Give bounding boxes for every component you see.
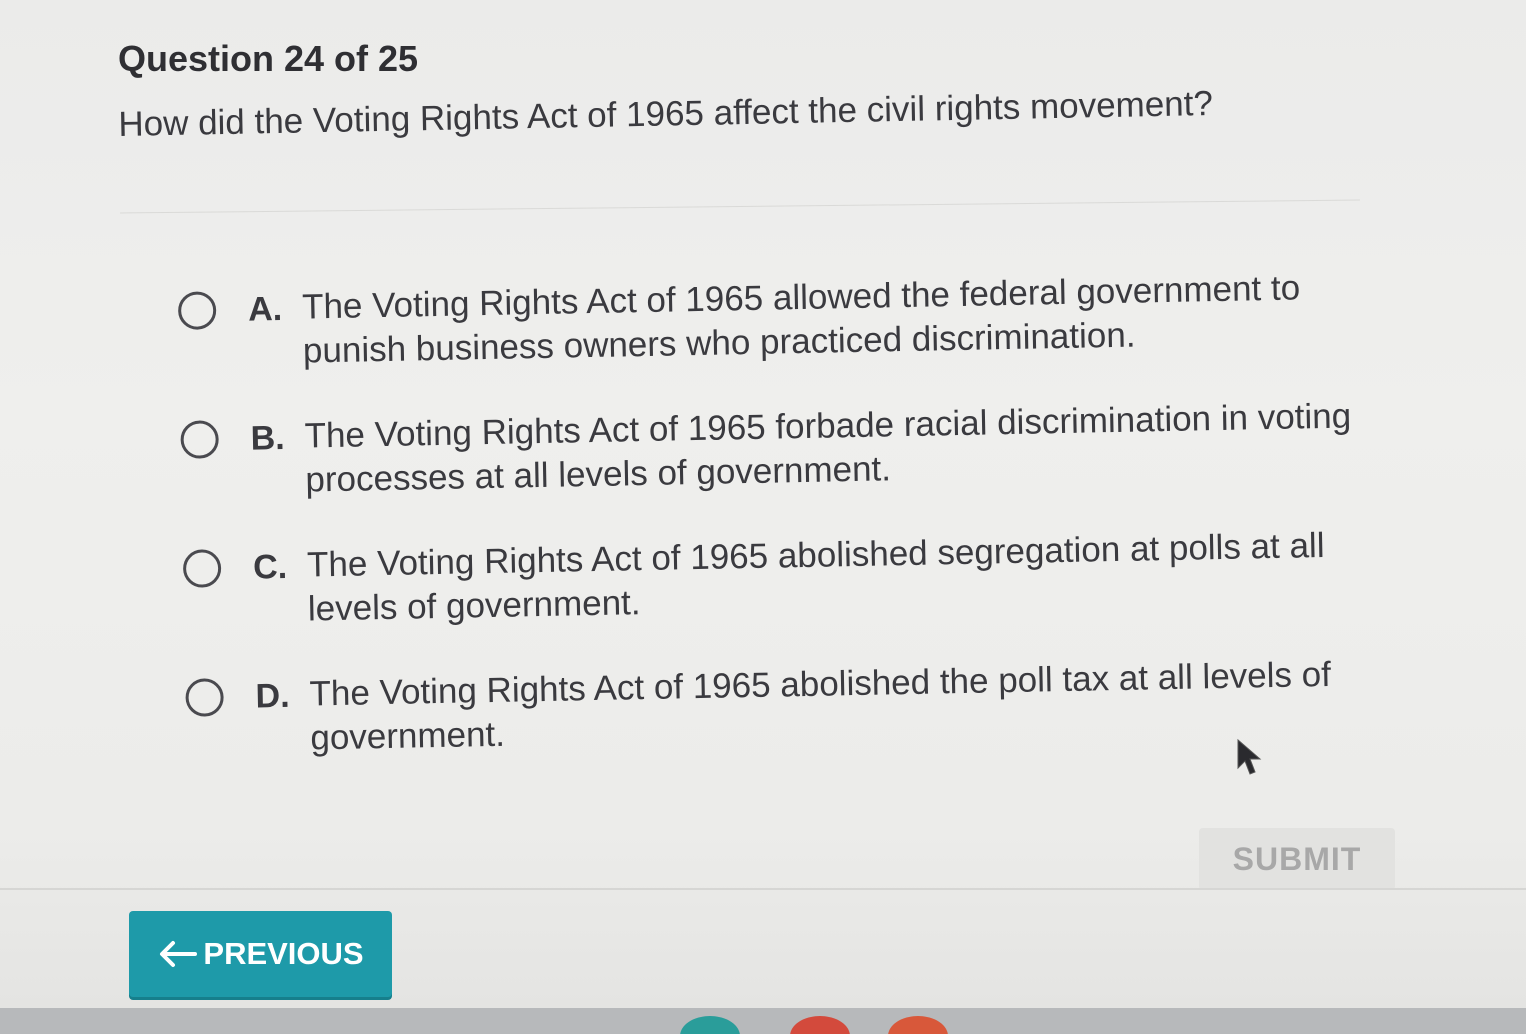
- option-text: The Voting Rights Act of 1965 forbade ra…: [304, 396, 1352, 500]
- radio-circle-icon[interactable]: [182, 549, 222, 588]
- option-text: The Voting Rights Act of 1965 allowed th…: [301, 268, 1301, 371]
- submit-button[interactable]: SUBMIT: [1199, 828, 1395, 890]
- answer-option-a[interactable]: A. The Voting Rights Act of 1965 allowed…: [175, 226, 1407, 379]
- quiz-page: Question 24 of 25 How did the Voting Rig…: [0, 0, 1526, 1034]
- divider: [120, 199, 1360, 214]
- radio-circle-icon[interactable]: [180, 420, 220, 459]
- footer-divider: [0, 888, 1526, 890]
- answer-option-b[interactable]: B. The Voting Rights Act of 1965 forbade…: [177, 355, 1409, 508]
- radio-circle-icon[interactable]: [177, 291, 217, 330]
- option-letter: C.: [252, 547, 288, 587]
- previous-label: PREVIOUS: [203, 936, 364, 971]
- option-letter: A.: [247, 289, 283, 329]
- option-text: The Voting Rights Act of 1965 abolished …: [306, 525, 1325, 629]
- option-letter: D.: [255, 676, 290, 716]
- question-counter: Question 24 of 25: [118, 38, 419, 79]
- answer-option-d[interactable]: D. The Voting Rights Act of 1965 abolish…: [182, 613, 1414, 766]
- answer-options: A. The Voting Rights Act of 1965 allowed…: [175, 226, 1415, 766]
- previous-button[interactable]: PREVIOUS: [129, 911, 392, 997]
- radio-circle-icon[interactable]: [185, 678, 224, 717]
- option-letter: B.: [250, 418, 285, 458]
- bottom-strip: [0, 1008, 1526, 1034]
- answer-option-c[interactable]: C. The Voting Rights Act of 1965 abolish…: [180, 484, 1412, 637]
- mouse-cursor-icon: [1236, 738, 1264, 783]
- question-prompt: How did the Voting Rights Act of 1965 af…: [118, 83, 1214, 144]
- arrow-left-icon: [157, 939, 198, 969]
